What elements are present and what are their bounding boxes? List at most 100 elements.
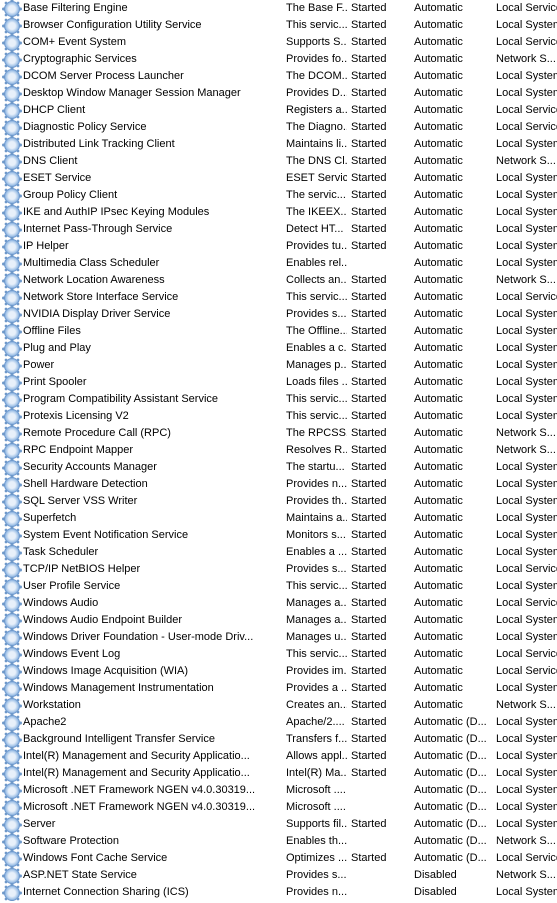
service-row[interactable]: Shell Hardware DetectionProvides n...Sta… bbox=[0, 476, 557, 493]
service-description: This servic... bbox=[282, 408, 347, 425]
service-row[interactable]: Task SchedulerEnables a ...StartedAutoma… bbox=[0, 544, 557, 561]
service-gear-icon bbox=[4, 715, 20, 731]
service-row[interactable]: Microsoft .NET Framework NGEN v4.0.30319… bbox=[0, 782, 557, 799]
service-row[interactable]: Windows Event LogThis servic...StartedAu… bbox=[0, 646, 557, 663]
service-row[interactable]: Windows Image Acquisition (WIA)Provides … bbox=[0, 663, 557, 680]
service-row[interactable]: Protexis Licensing V2This servic...Start… bbox=[0, 408, 557, 425]
service-row[interactable]: COM+ Event SystemSupports S...StartedAut… bbox=[0, 34, 557, 51]
service-row[interactable]: IKE and AuthIP IPsec Keying ModulesThe I… bbox=[0, 204, 557, 221]
service-row[interactable]: DHCP ClientRegisters a...StartedAutomati… bbox=[0, 102, 557, 119]
service-row[interactable]: Diagnostic Policy ServiceThe Diagno...St… bbox=[0, 119, 557, 136]
service-row[interactable]: Remote Procedure Call (RPC)The RPCSS...S… bbox=[0, 425, 557, 442]
service-gear-icon bbox=[4, 392, 20, 408]
service-startup-type: Automatic bbox=[410, 340, 492, 357]
service-row[interactable]: ASP.NET State ServiceProvides s...Disabl… bbox=[0, 867, 557, 884]
service-row[interactable]: Network Location AwarenessCollects an...… bbox=[0, 272, 557, 289]
service-row[interactable]: Multimedia Class SchedulerEnables rel...… bbox=[0, 255, 557, 272]
service-startup-type: Automatic bbox=[410, 0, 492, 17]
service-row[interactable]: User Profile ServiceThis servic...Starte… bbox=[0, 578, 557, 595]
service-status: Started bbox=[347, 459, 410, 476]
service-name: Multimedia Class Scheduler bbox=[23, 255, 159, 272]
service-name: Background Intelligent Transfer Service bbox=[23, 731, 215, 748]
service-name: ASP.NET State Service bbox=[23, 867, 137, 884]
service-row[interactable]: Windows AudioManages a...StartedAutomati… bbox=[0, 595, 557, 612]
service-row[interactable]: Print SpoolerLoads files ...StartedAutom… bbox=[0, 374, 557, 391]
service-logon-as: Local System bbox=[492, 714, 557, 731]
service-row[interactable]: TCP/IP NetBIOS HelperProvides s...Starte… bbox=[0, 561, 557, 578]
service-name: Security Accounts Manager bbox=[23, 459, 157, 476]
service-description: This servic... bbox=[282, 646, 347, 663]
service-description: The DCOM... bbox=[282, 68, 347, 85]
service-row[interactable]: Network Store Interface ServiceThis serv… bbox=[0, 289, 557, 306]
service-gear-icon bbox=[4, 222, 20, 238]
service-gear-icon bbox=[4, 86, 20, 102]
service-row[interactable]: Internet Pass-Through ServiceDetect HT..… bbox=[0, 221, 557, 238]
service-row[interactable]: Desktop Window Manager Session ManagerPr… bbox=[0, 85, 557, 102]
service-row[interactable]: Browser Configuration Utility ServiceThi… bbox=[0, 17, 557, 34]
service-row[interactable]: Intel(R) Management and Security Applica… bbox=[0, 765, 557, 782]
service-name: DCOM Server Process Launcher bbox=[23, 68, 184, 85]
service-row[interactable]: Base Filtering EngineThe Base F...Starte… bbox=[0, 0, 557, 17]
service-description: This servic... bbox=[282, 289, 347, 306]
service-logon-as: Local Service bbox=[492, 0, 557, 17]
service-row[interactable]: SQL Server VSS WriterProvides th...Start… bbox=[0, 493, 557, 510]
service-row[interactable]: Windows Audio Endpoint BuilderManages a.… bbox=[0, 612, 557, 629]
service-row[interactable]: ServerSupports fil...StartedAutomatic (D… bbox=[0, 816, 557, 833]
service-row[interactable]: Apache2Apache/2....StartedAutomatic (D..… bbox=[0, 714, 557, 731]
service-row[interactable]: RPC Endpoint MapperResolves R...StartedA… bbox=[0, 442, 557, 459]
service-row[interactable]: Background Intelligent Transfer ServiceT… bbox=[0, 731, 557, 748]
service-name: Apache2 bbox=[23, 714, 66, 731]
services-list[interactable]: Base Filtering EngineThe Base F...Starte… bbox=[0, 0, 557, 901]
service-status bbox=[347, 799, 410, 816]
service-row[interactable]: SuperfetchMaintains a...StartedAutomatic… bbox=[0, 510, 557, 527]
service-status: Started bbox=[347, 136, 410, 153]
service-row[interactable]: Internet Connection Sharing (ICS)Provide… bbox=[0, 884, 557, 901]
service-status: Started bbox=[347, 714, 410, 731]
service-row[interactable]: NVIDIA Display Driver ServiceProvides s.… bbox=[0, 306, 557, 323]
service-startup-type: Automatic bbox=[410, 612, 492, 629]
service-status: Started bbox=[347, 17, 410, 34]
service-gear-icon bbox=[4, 120, 20, 136]
service-gear-icon bbox=[4, 664, 20, 680]
service-name: Windows Image Acquisition (WIA) bbox=[23, 663, 188, 680]
service-name: Browser Configuration Utility Service bbox=[23, 17, 202, 34]
service-startup-type: Disabled bbox=[410, 884, 492, 901]
service-status: Started bbox=[347, 646, 410, 663]
service-description: This servic... bbox=[282, 578, 347, 595]
service-row[interactable]: Microsoft .NET Framework NGEN v4.0.30319… bbox=[0, 799, 557, 816]
service-row[interactable]: Plug and PlayEnables a c...StartedAutoma… bbox=[0, 340, 557, 357]
service-status: Started bbox=[347, 289, 410, 306]
service-row[interactable]: Windows Font Cache ServiceOptimizes ...S… bbox=[0, 850, 557, 867]
service-startup-type: Automatic bbox=[410, 34, 492, 51]
service-status: Started bbox=[347, 340, 410, 357]
service-row[interactable]: Intel(R) Management and Security Applica… bbox=[0, 748, 557, 765]
service-row[interactable]: IP HelperProvides tu...StartedAutomaticL… bbox=[0, 238, 557, 255]
service-name: COM+ Event System bbox=[23, 34, 126, 51]
service-logon-as: Local Service bbox=[492, 663, 557, 680]
service-row[interactable]: Security Accounts ManagerThe startu...St… bbox=[0, 459, 557, 476]
service-row[interactable]: WorkstationCreates an...StartedAutomatic… bbox=[0, 697, 557, 714]
service-row[interactable]: ESET ServiceESET ServiceStartedAutomatic… bbox=[0, 170, 557, 187]
service-startup-type: Automatic bbox=[410, 170, 492, 187]
service-row[interactable]: Program Compatibility Assistant ServiceT… bbox=[0, 391, 557, 408]
service-status: Started bbox=[347, 816, 410, 833]
service-name: Network Location Awareness bbox=[23, 272, 165, 289]
service-status: Started bbox=[347, 68, 410, 85]
service-row[interactable]: Offline FilesThe Offline...StartedAutoma… bbox=[0, 323, 557, 340]
service-row[interactable]: Software ProtectionEnables th...Automati… bbox=[0, 833, 557, 850]
service-row[interactable]: DCOM Server Process Launcher The DCOM...S… bbox=[0, 68, 557, 85]
service-description: Maintains a... bbox=[282, 510, 347, 527]
service-status bbox=[347, 867, 410, 884]
service-row[interactable]: Group Policy ClientThe servic...StartedA… bbox=[0, 187, 557, 204]
service-row[interactable]: Distributed Link Tracking ClientMaintain… bbox=[0, 136, 557, 153]
service-name: DNS Client bbox=[23, 153, 77, 170]
service-row[interactable]: System Event Notification ServiceMonitor… bbox=[0, 527, 557, 544]
service-row[interactable]: Windows Driver Foundation - User-mode Dr… bbox=[0, 629, 557, 646]
service-logon-as: Local System bbox=[492, 731, 557, 748]
service-logon-as: Local System bbox=[492, 340, 557, 357]
service-row[interactable]: Cryptographic ServicesProvides fo...Star… bbox=[0, 51, 557, 68]
service-row[interactable]: Windows Management InstrumentationProvid… bbox=[0, 680, 557, 697]
service-row[interactable]: PowerManages p...StartedAutomaticLocal S… bbox=[0, 357, 557, 374]
service-row[interactable]: DNS ClientThe DNS Cl...StartedAutomaticN… bbox=[0, 153, 557, 170]
service-startup-type: Automatic bbox=[410, 476, 492, 493]
